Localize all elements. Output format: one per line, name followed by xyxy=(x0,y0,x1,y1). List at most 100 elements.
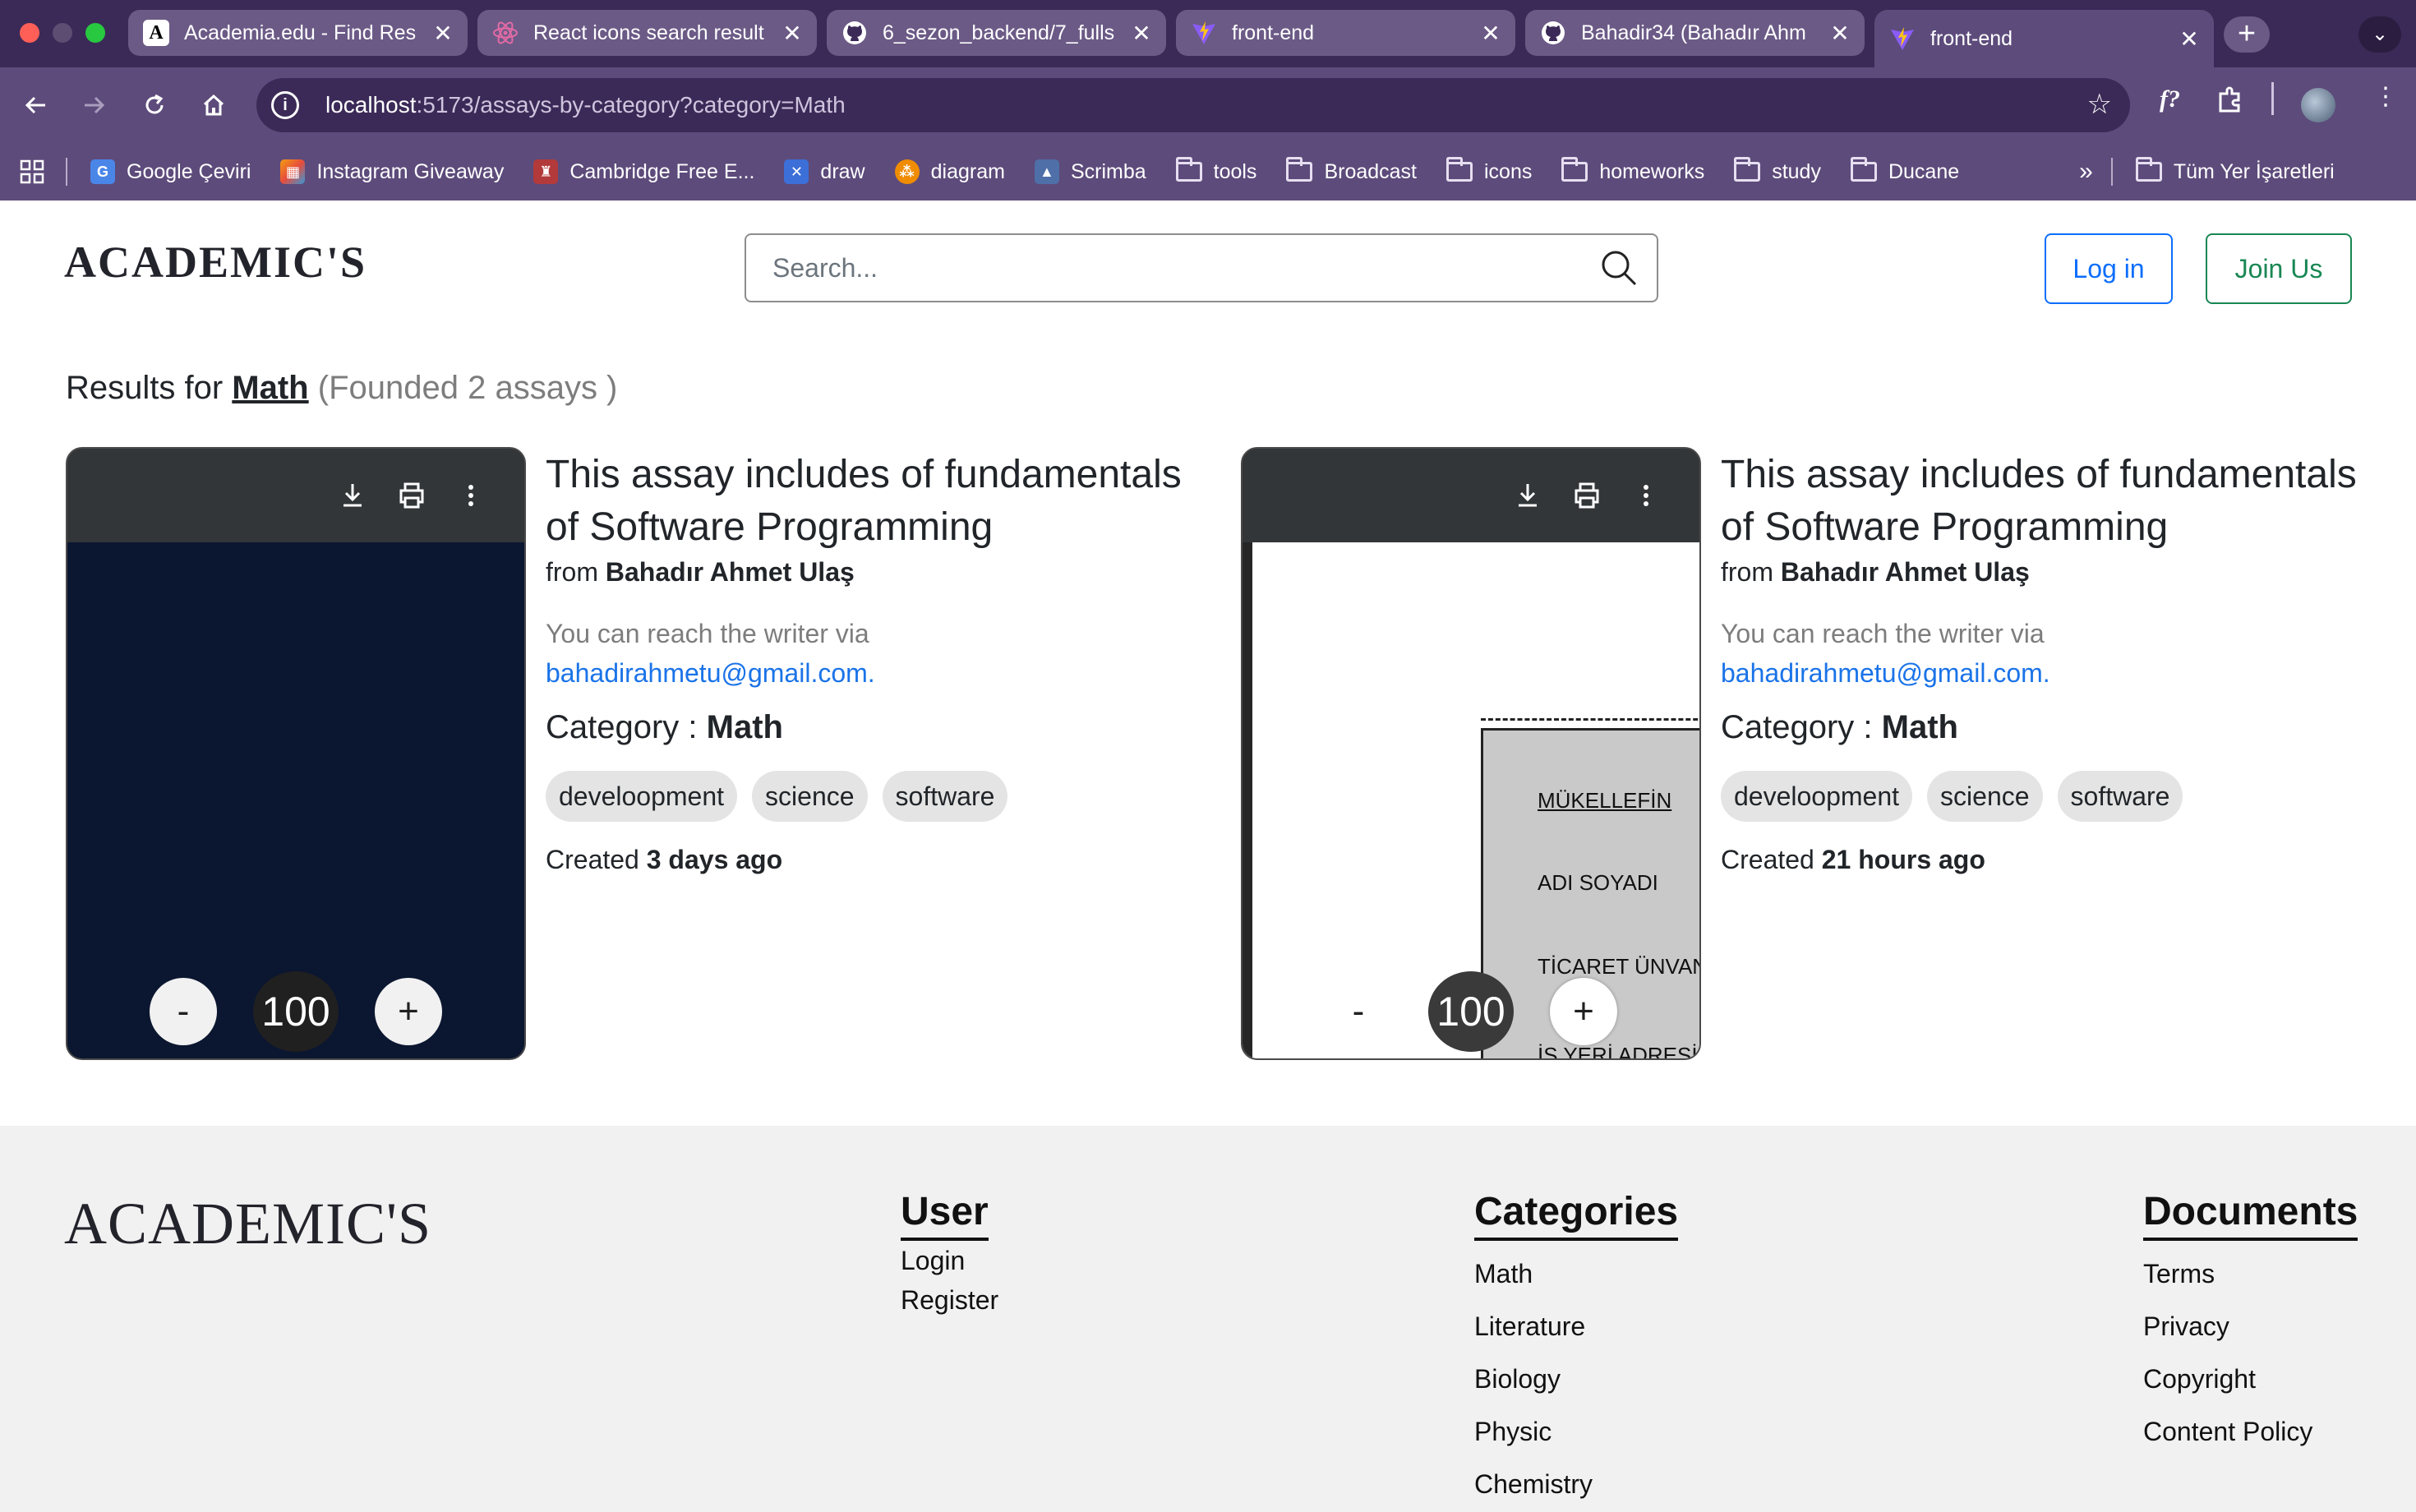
tag-chip[interactable]: science xyxy=(752,771,868,822)
close-icon[interactable]: ✕ xyxy=(1828,20,1851,47)
form-dashed-border xyxy=(1481,718,1699,721)
close-window-button[interactable] xyxy=(20,23,39,43)
pdf-viewer[interactable]: - 100 + xyxy=(66,447,526,1060)
close-icon[interactable]: ✕ xyxy=(431,20,454,47)
formula-extension-icon[interactable]: f? xyxy=(2160,85,2180,113)
bookmarks-overflow-button[interactable]: » xyxy=(2079,158,2093,186)
bookmark-star-icon[interactable]: ☆ xyxy=(2087,88,2112,121)
close-icon[interactable]: ✕ xyxy=(1479,20,1502,47)
back-icon[interactable] xyxy=(16,85,56,125)
browser-tab[interactable]: A Academia.edu - Find Res ✕ xyxy=(128,10,468,56)
tag-chip[interactable]: develoopment xyxy=(1721,771,1913,822)
forward-icon[interactable] xyxy=(74,85,113,125)
pdf-viewer-toolbar xyxy=(1243,449,1699,542)
zoom-out-button[interactable]: - xyxy=(1325,978,1392,1045)
footer-link-physic[interactable]: Physic xyxy=(1474,1405,1678,1458)
tab-title: Academia.edu - Find Res xyxy=(184,21,417,44)
bookmark-folder-broadcast[interactable]: Broadcast xyxy=(1286,157,1417,184)
footer-heading: Categories xyxy=(1474,1188,1679,1241)
close-icon[interactable]: ✕ xyxy=(1130,20,1153,47)
bookmark-cambridge[interactable]: ♜ Cambridge Free E... xyxy=(533,159,754,184)
zoom-in-button[interactable]: + xyxy=(375,978,442,1045)
browser-tab[interactable]: front-end ✕ xyxy=(1176,10,1515,56)
tag-chip[interactable]: software xyxy=(882,771,1008,822)
bookmark-folder-tools[interactable]: tools xyxy=(1175,157,1256,184)
footer-link-terms[interactable]: Terms xyxy=(2143,1247,2358,1300)
more-vertical-icon[interactable] xyxy=(455,480,486,511)
author-email-link[interactable]: bahadirahmetu@gmail.com. xyxy=(546,653,1211,693)
search-icon[interactable] xyxy=(1599,248,1639,288)
footer-link-biology[interactable]: Biology xyxy=(1474,1353,1678,1405)
browser-tab[interactable]: Bahadir34 (Bahadır Ahm ✕ xyxy=(1525,10,1865,56)
created-time: Created 21 hours ago xyxy=(1721,845,1985,874)
browser-tab-active[interactable]: front-end ✕ xyxy=(1874,10,2214,67)
folder-icon xyxy=(1175,157,1202,182)
bookmark-label: Scrimba xyxy=(1070,159,1146,183)
footer-link-login[interactable]: Login xyxy=(901,1241,998,1280)
footer-documents-column: Documents Terms Privacy Copyright Conten… xyxy=(2143,1188,2358,1458)
footer-categories-column: Categories Math Literature Biology Physi… xyxy=(1474,1188,1679,1510)
more-vertical-icon[interactable] xyxy=(1630,480,1662,511)
address-bar[interactable]: i localhost:5173/assays-by-category?cate… xyxy=(256,78,2130,132)
browser-tab[interactable]: 6_sezon_backend/7_fulls ✕ xyxy=(827,10,1166,56)
apps-grid-icon[interactable] xyxy=(20,159,44,184)
profile-avatar[interactable] xyxy=(2301,88,2335,122)
more-menu-icon[interactable]: ⋮ xyxy=(2373,82,2398,111)
bookmark-folder-homeworks[interactable]: homeworks xyxy=(1561,157,1704,184)
browser-tab[interactable]: React icons search result ✕ xyxy=(477,10,817,56)
bookmark-folder-study[interactable]: study xyxy=(1734,157,1821,184)
bookmark-scrimba[interactable]: ▲ Scrimba xyxy=(1034,159,1146,184)
author-email-link[interactable]: bahadirahmetu@gmail.com. xyxy=(1721,653,2386,693)
assay-title[interactable]: This assay includes of fundamentals of S… xyxy=(1721,449,2386,554)
diagram-icon: ⁂ xyxy=(894,159,920,184)
bookmark-folder-ducane[interactable]: Ducane xyxy=(1850,157,1959,184)
bookmark-folder-icons[interactable]: icons xyxy=(1446,157,1532,184)
pdf-viewer[interactable]: MÜKELLEFİN ADI SOYADI TİCARET ÜNVAN İŞ Y… xyxy=(1241,447,1701,1060)
footer-link-chemistry[interactable]: Chemistry xyxy=(1474,1458,1678,1510)
tab-search-button[interactable]: ⌄ xyxy=(2358,16,2401,53)
close-icon[interactable]: ✕ xyxy=(781,20,804,47)
login-button[interactable]: Log in xyxy=(2045,233,2173,304)
footer-logo[interactable]: ACADEMIC'S xyxy=(64,1190,431,1258)
print-icon[interactable] xyxy=(396,480,427,511)
assay-title[interactable]: This assay includes of fundamentals of S… xyxy=(546,449,1211,554)
extensions-puzzle-icon[interactable] xyxy=(2215,85,2245,122)
join-us-button[interactable]: Join Us xyxy=(2206,233,2352,304)
bookmark-diagram[interactable]: ⁂ diagram xyxy=(894,159,1005,184)
site-logo[interactable]: ACADEMIC'S xyxy=(64,237,367,288)
tag-chip[interactable]: software xyxy=(2057,771,2183,822)
download-icon[interactable] xyxy=(337,480,368,511)
site-info-icon[interactable]: i xyxy=(271,91,299,119)
tag-chip[interactable]: develoopment xyxy=(546,771,738,822)
search-input[interactable] xyxy=(746,235,1599,301)
minimize-window-button[interactable] xyxy=(53,23,72,43)
footer-heading: User xyxy=(901,1188,989,1241)
zoom-out-button[interactable]: - xyxy=(150,978,217,1045)
home-icon[interactable] xyxy=(194,85,233,125)
footer-link-privacy[interactable]: Privacy xyxy=(2143,1300,2358,1353)
cambridge-icon: ♜ xyxy=(533,159,559,184)
download-icon[interactable] xyxy=(1512,480,1543,511)
footer-link-copyright[interactable]: Copyright xyxy=(2143,1353,2358,1405)
reach-text: You can reach the writer via xyxy=(1721,619,2045,648)
assay-card: - 100 + This assay includes of fundament… xyxy=(66,447,1216,1060)
zoom-in-button[interactable]: + xyxy=(1550,978,1617,1045)
all-bookmarks-folder[interactable]: Tüm Yer İşaretleri xyxy=(2135,157,2335,184)
new-tab-button[interactable]: + xyxy=(2224,16,2270,53)
tab-title: React icons search result xyxy=(533,21,764,44)
reload-icon[interactable] xyxy=(135,85,174,125)
footer-link-register[interactable]: Register xyxy=(901,1280,998,1320)
tag-chip[interactable]: science xyxy=(1927,771,2043,822)
assay-category: Category : Math xyxy=(1721,709,1958,745)
results-category-link[interactable]: Math xyxy=(232,370,308,406)
footer-link-literature[interactable]: Literature xyxy=(1474,1300,1678,1353)
footer-link-math[interactable]: Math xyxy=(1474,1247,1678,1300)
print-icon[interactable] xyxy=(1571,480,1602,511)
bookmark-instagram-giveaway[interactable]: ▦ Instagram Giveaway xyxy=(280,159,504,184)
url-text[interactable]: localhost:5173/assays-by-category?catego… xyxy=(325,92,846,118)
close-icon[interactable]: ✕ xyxy=(2178,25,2201,53)
footer-link-content-policy[interactable]: Content Policy xyxy=(2143,1405,2358,1458)
zoom-window-button[interactable] xyxy=(85,23,105,43)
bookmark-google-ceviri[interactable]: G Google Çeviri xyxy=(90,159,251,184)
bookmark-draw[interactable]: ✕ draw xyxy=(784,159,865,184)
